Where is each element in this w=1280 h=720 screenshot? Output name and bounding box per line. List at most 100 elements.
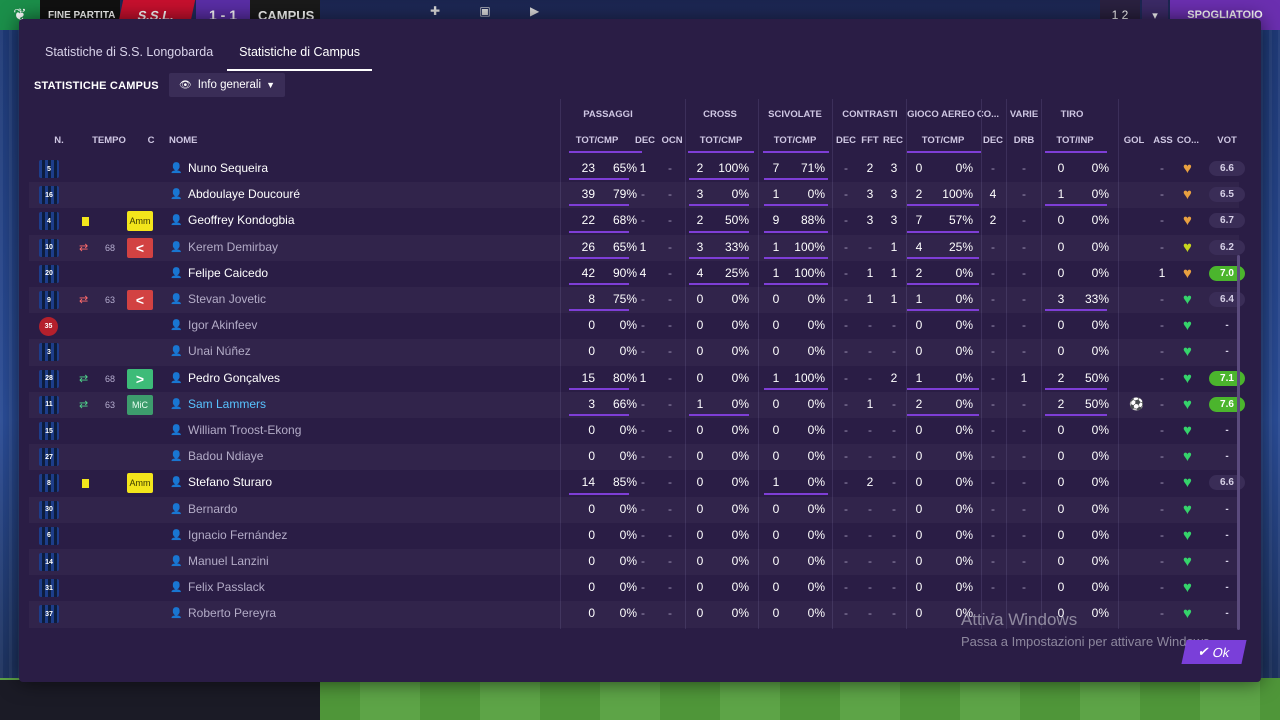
player-name[interactable]: Stefano Sturaro [188,475,272,489]
table-row[interactable]: 27 👤 Badou Ndiaye 0 0% - -0 0% 0 0% - - -0 0% - -0 0% - ♥ - [29,444,1239,470]
player-name[interactable]: Roberto Pereyra [188,606,276,620]
cell-assists: - [1160,449,1164,464]
cell-contr-dec: - [844,606,848,621]
header-shot-tot[interactable]: TOT/INP [1044,135,1106,146]
cell-tackles: 1 [772,475,780,490]
cell-pass-pct: 0% [619,606,637,621]
toolbar-icons[interactable]: ✚ ▣ ▶ [430,4,557,18]
scrollbar[interactable] [1237,255,1240,630]
player-name[interactable]: Sam Lammers [188,397,266,411]
player-name[interactable]: Felipe Caicedo [188,266,268,280]
view-dropdown[interactable]: 👁 Info generali ▼ [169,73,285,97]
shirt-number: 31 [39,579,59,598]
cell-shots: 0 [1057,554,1065,568]
cell-contr-fft: 3 [866,187,874,202]
cell-tackles: 0 [772,449,780,464]
table-row[interactable]: 4 Amm 👤 Geoffrey Kondogbia 22 68% - -2 50% 9 88% -3… [29,208,1245,234]
table-row[interactable]: 28 ⇄ 68 > 👤 Pedro Gonçalves 15 80% 1-0 0% 1 100% - -2… [29,366,1245,392]
cell-pass-pct: 0% [619,527,637,542]
header-name[interactable]: NOME [169,135,205,146]
cell-ocn: - [668,265,672,280]
header-pass-dec[interactable]: DEC [633,135,657,146]
cell-contr-rec: - [892,501,896,516]
header-time[interactable]: TEMPO [89,135,129,146]
cell-pass-pct: 66% [612,396,637,411]
header-c[interactable]: C [141,135,161,146]
player-name[interactable]: Ignacio Fernández [188,528,287,542]
tab-longobarda-stats[interactable]: Statistiche di S.S. Longobarda [45,41,213,71]
header-contr-fft[interactable]: FFT [858,135,882,146]
person-icon: 👤 [170,556,183,567]
table-row[interactable]: 10 ⇄ 68 < 👤 Kerem Demirbay 26 65% 1-3 33% 1 100% - -1… [29,235,1245,261]
table-row[interactable]: 14 👤 Manuel Lanzini 0 0% - -0 0% 0 0% - - -0 0% - -0 0% -… [29,549,1239,575]
header-assists[interactable]: ASS [1151,135,1175,146]
group-header-cross: CROSS [703,109,737,120]
header-air-tot[interactable]: TOT/CMP [906,135,980,146]
cell-aerial: 1 [915,292,923,306]
player-name[interactable]: Geoffrey Kondogbia [188,213,295,227]
header-pass-tot[interactable]: TOT/CMP [564,135,630,146]
aerial-bar [907,204,979,207]
table-row[interactable]: 20 👤 Felipe Caicedo 42 90% 4-4 25% 1 100% -1 1 2 0% -… [29,261,1245,287]
cell-cross-pct: 0% [731,554,749,568]
header-drb[interactable]: DRB [1008,135,1040,146]
player-name[interactable]: Unai Núñez [188,344,251,358]
aerial-bar [907,387,979,390]
table-row[interactable]: 3 👤 Unai Núñez 0 0% - -0 0% 0 0% - - -0 0% - -0 0% - ♥ - [29,339,1239,365]
player-name[interactable]: William Troost-Ekong [188,423,301,437]
header-contr-rec[interactable]: REC [881,135,905,146]
cell-passes: 0 [588,527,595,542]
player-name[interactable]: Bernardo [188,502,237,516]
table-row[interactable]: 16 👤 Abdoulaye Doucouré 39 79% - -3 0% 1 0% -3 3 2 10… [29,182,1245,208]
player-name[interactable]: Manuel Lanzini [188,554,269,568]
morale-heart-icon: ♥ [1183,343,1192,361]
table-row[interactable]: 6 👤 Ignacio Fernández 0 0% - -0 0% 0 0% - - -0 0% - -0 0… [29,523,1239,549]
player-name[interactable]: Nuno Sequeira [188,161,268,175]
header-pass-ocn[interactable]: OCN [657,135,687,146]
player-name[interactable]: Pedro Gonçalves [188,371,280,385]
cell-cross-pct: 0% [731,396,749,411]
cell-tackle-pct: 0% [807,318,825,333]
table-row[interactable]: 9 ⇄ 63 < 👤 Stevan Jovetic 8 75% - -0 0% 0 0% -1 1 1 0% - -… [29,287,1245,313]
table-row[interactable]: 5 👤 Nuno Sequeira 23 65% 1-2 100% 7 71% -2 3 0 0% - -0… [29,156,1245,182]
player-name[interactable]: Stevan Jovetic [188,292,266,306]
player-name[interactable]: Felix Passlack [188,580,265,594]
table-row[interactable]: 11 ⇄ 63 MiC 👤 Sam Lammers 3 66% - -1 0% 0 0% -1-2 0% - -… [29,392,1245,418]
cell-passes: 0 [588,501,595,516]
cell-aerial: 0 [915,501,923,516]
header-contr-dec[interactable]: DEC [832,135,860,146]
header-goals[interactable]: GOL [1119,135,1149,146]
header-number[interactable]: N. [49,135,69,146]
table-row[interactable]: 15 👤 William Troost-Ekong 0 0% - -0 0% 0 0% - - -0 0%… [29,418,1239,444]
cell-contr-rec: 3 [890,213,898,228]
substitution-icon: ⇄ [79,398,89,411]
table-row[interactable]: 30 👤 Bernardo 0 0% - -0 0% 0 0% - - -0 0% - -0 0% - ♥ - [29,497,1239,523]
cell-shots: 0 [1057,318,1065,333]
header-cross-tot[interactable]: TOT/CMP [689,135,753,146]
table-row[interactable]: 8 Amm 👤 Stefano Sturaro 14 85% - -0 0% 1 0% -2-0 0% -… [29,470,1245,496]
player-name[interactable]: Abdoulaye Doucouré [188,187,300,201]
cell-ocn: - [668,475,672,490]
player-name[interactable]: Badou Ndiaye [188,449,263,463]
morale-heart-icon: ♥ [1183,474,1192,492]
cell-pass-dec: - [641,344,645,359]
header-co2[interactable]: CO... [1175,135,1201,146]
header-co-dec[interactable]: DEC [980,135,1006,146]
table-row[interactable]: 31 👤 Felix Passlack 0 0% - -0 0% 0 0% - - -0 0% - -0 0% -… [29,575,1239,601]
cell-shots: 0 [1057,580,1065,595]
cell-aerial-pct: 25% [948,239,973,254]
table-row[interactable]: 35 👤 Igor Akinfeev 0 0% - -0 0% 0 0% - - -0 0% - -0 0% - ♥… [29,313,1239,339]
cell-aerial: 2 [915,187,923,202]
cell-contr-rec: 1 [890,292,898,306]
cell-contr-dec: - [844,292,848,306]
ok-button[interactable]: ✔ Ok [1181,640,1247,664]
player-name[interactable]: Kerem Demirbay [188,240,278,254]
header-rating[interactable]: VOT [1209,135,1245,146]
header-tackle-tot[interactable]: TOT/CMP [762,135,828,146]
stats-tabs: Statistiche di S.S. Longobarda Statistic… [45,41,398,71]
cell-aerial-pct: 0% [955,265,973,280]
substitution-minute: 63 [105,399,116,410]
tab-campus-stats[interactable]: Statistiche di Campus [227,41,373,71]
cell-cross-pct: 0% [731,423,749,437]
player-name[interactable]: Igor Akinfeev [188,318,257,332]
